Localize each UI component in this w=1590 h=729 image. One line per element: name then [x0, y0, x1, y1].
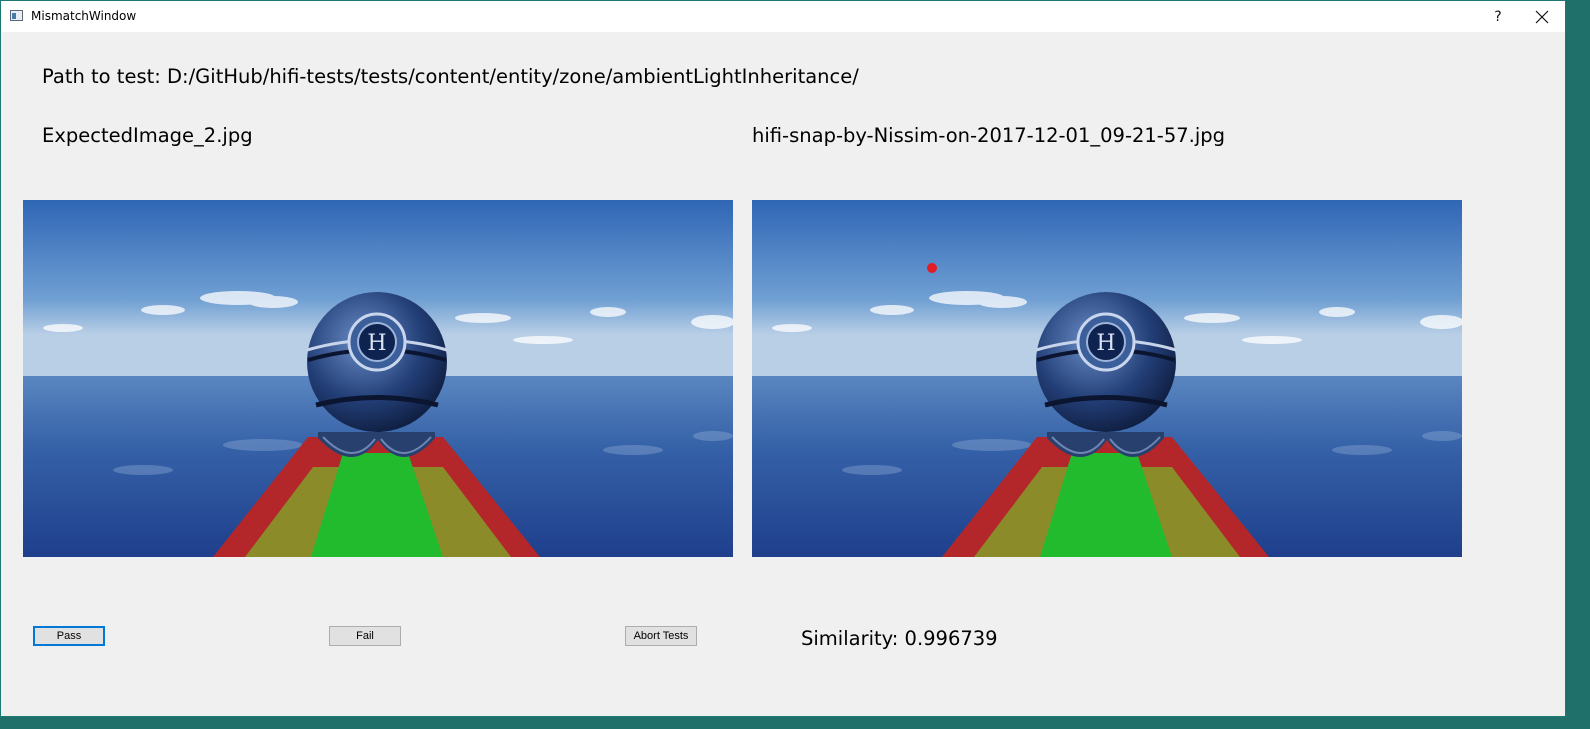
expected-image: H	[23, 200, 733, 557]
svg-text:H: H	[367, 331, 386, 356]
expected-image-filename: ExpectedImage_2.jpg	[42, 124, 253, 147]
fail-button[interactable]: Fail	[329, 626, 401, 646]
title-bar: MismatchWindow ?	[1, 1, 1565, 32]
actual-image: H	[752, 200, 1462, 557]
expected-scene-render: H	[23, 200, 733, 557]
svg-text:H: H	[1096, 331, 1115, 356]
mismatch-marker	[927, 263, 937, 273]
window-app-icon	[10, 10, 23, 21]
abort-tests-button[interactable]: Abort Tests	[625, 626, 697, 646]
close-button[interactable]	[1527, 4, 1557, 30]
window-title: MismatchWindow	[31, 9, 137, 23]
help-button[interactable]: ?	[1483, 4, 1513, 30]
pass-button[interactable]: Pass	[33, 626, 105, 646]
mismatch-window: MismatchWindow ? Path to test: D:/GitHub…	[0, 0, 1566, 717]
actual-image-filename: hifi-snap-by-Nissim-on-2017-12-01_09-21-…	[752, 124, 1226, 147]
actual-scene-render: H	[752, 200, 1462, 557]
path-to-test-label: Path to test: D:/GitHub/hifi-tests/tests…	[42, 65, 859, 88]
close-icon	[1535, 10, 1549, 24]
similarity-label: Similarity: 0.996739	[801, 627, 998, 650]
